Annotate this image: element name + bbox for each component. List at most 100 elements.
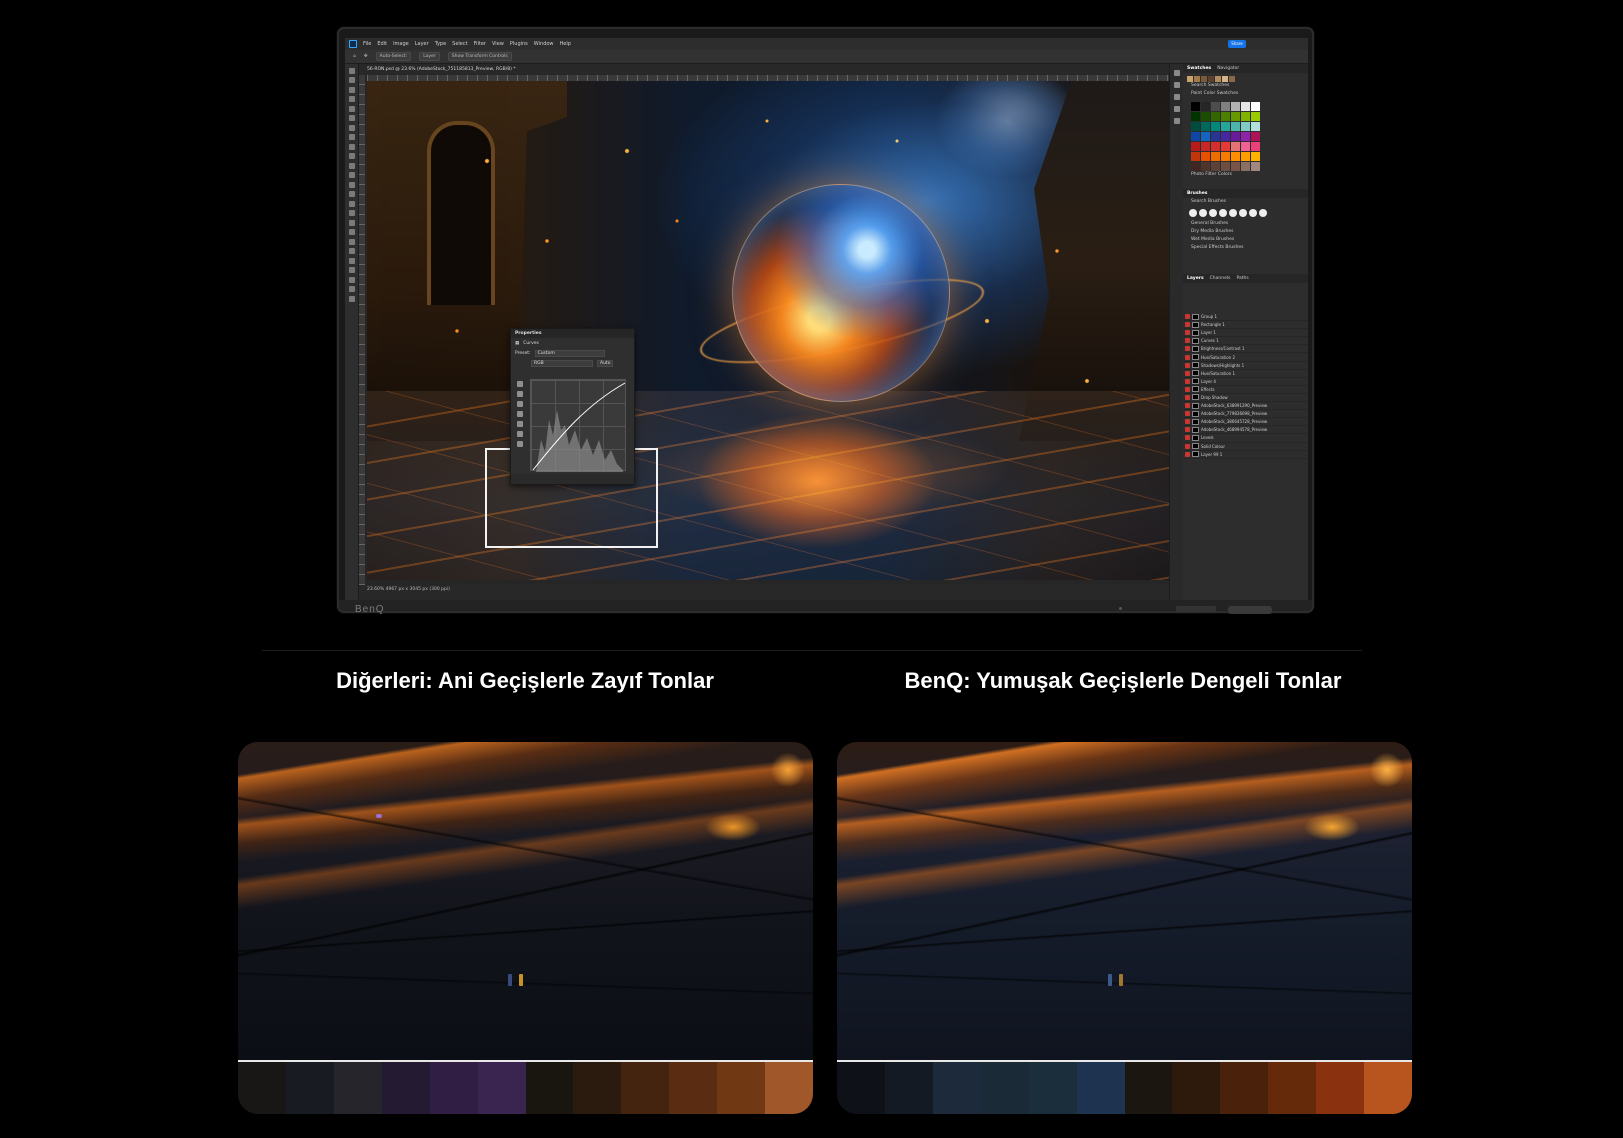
blur-tool-icon[interactable]	[348, 191, 355, 197]
layer-row[interactable]: Effects	[1183, 386, 1308, 394]
tab-layers[interactable]: Layers	[1187, 274, 1204, 283]
swatch[interactable]	[1241, 132, 1250, 141]
properties-panel-title[interactable]: Properties	[511, 329, 634, 338]
swatch[interactable]	[1221, 162, 1230, 171]
brush-preset[interactable]	[1239, 209, 1247, 217]
layer-row[interactable]: Layer 4	[1183, 378, 1308, 386]
swatch[interactable]	[1229, 76, 1235, 82]
layer-row[interactable]: AdobeStock_468994578_Preview	[1183, 426, 1308, 435]
visibility-eye-icon[interactable]	[1185, 354, 1190, 360]
swatch[interactable]	[1231, 132, 1240, 141]
osd-controller[interactable]	[1228, 606, 1272, 614]
swatch[interactable]	[1211, 142, 1220, 151]
swatch[interactable]	[1211, 122, 1220, 131]
eyedropper-tool-icon[interactable]	[348, 124, 355, 131]
swatch[interactable]	[1211, 132, 1220, 141]
visibility-eye-icon[interactable]	[1185, 314, 1190, 320]
swatch[interactable]	[1191, 142, 1200, 151]
tab-swatches[interactable]: Swatches	[1187, 64, 1211, 73]
document-canvas[interactable]: Properties ▦ Curves Preset: Custom RGB A…	[367, 81, 1169, 580]
menu-layer[interactable]: Layer	[415, 41, 429, 47]
channel-dropdown[interactable]: RGB	[531, 359, 593, 367]
layer-row[interactable]: Hue/Saturation 1	[1183, 370, 1308, 378]
healing-brush-tool-icon[interactable]	[348, 134, 355, 140]
menu-help[interactable]: Help	[560, 41, 571, 47]
type-tool-icon[interactable]	[348, 219, 355, 226]
brush-group[interactable]: General Brushes	[1183, 220, 1308, 228]
eraser-tool-icon[interactable]	[348, 172, 355, 178]
swatch[interactable]	[1231, 162, 1240, 171]
swatch[interactable]	[1201, 132, 1210, 141]
preset-dropdown[interactable]: Custom	[534, 349, 605, 357]
layer-row[interactable]: Hue/Saturation 2	[1183, 353, 1308, 362]
swatch[interactable]	[1211, 162, 1220, 171]
swatch[interactable]	[1241, 162, 1250, 171]
layer-row[interactable]: Solid Colour	[1183, 443, 1308, 451]
menu-type[interactable]: Type	[435, 41, 446, 47]
layer-row[interactable]: Levels	[1183, 434, 1308, 443]
brush-preset[interactable]	[1249, 209, 1257, 217]
foreground-background-color-icon[interactable]	[348, 276, 355, 283]
swatch[interactable]	[1191, 162, 1200, 171]
swatch[interactable]	[1201, 162, 1210, 171]
visibility-eye-icon[interactable]	[1185, 386, 1190, 392]
menu-file[interactable]: File	[363, 41, 371, 47]
swatch[interactable]	[1191, 102, 1200, 111]
swatch[interactable]	[1221, 122, 1230, 131]
document-tab[interactable]: 56-RON.psd @ 23.6% (AdobeStock_751185813…	[359, 64, 1169, 75]
visibility-eye-icon[interactable]	[1185, 427, 1190, 433]
show-transform-controls-checkbox[interactable]: Show Transform Controls	[447, 52, 512, 61]
swatch-group-paint[interactable]: Paint Color Swatches	[1183, 90, 1308, 98]
swatch[interactable]	[1231, 102, 1240, 111]
histogram-warning-icon[interactable]	[517, 441, 523, 447]
styles-icon[interactable]	[1173, 118, 1180, 124]
swatch[interactable]	[1251, 132, 1260, 141]
layer-row[interactable]: Drop Shadow	[1183, 394, 1308, 403]
swatch[interactable]	[1191, 132, 1200, 141]
pencil-curve-icon[interactable]	[517, 431, 523, 437]
menu-view[interactable]: View	[492, 41, 504, 47]
hand-tool-icon[interactable]	[348, 248, 355, 254]
curves-graph[interactable]	[530, 379, 626, 472]
swatch[interactable]	[1201, 112, 1210, 121]
marquee-tool-icon[interactable]	[348, 77, 355, 83]
menu-plugins[interactable]: Plugins	[510, 41, 528, 47]
visibility-eye-icon[interactable]	[1185, 346, 1190, 352]
swatch[interactable]	[1201, 122, 1210, 131]
swatch[interactable]	[1221, 152, 1230, 161]
brush-preset[interactable]	[1229, 209, 1237, 217]
swatch[interactable]	[1221, 112, 1230, 121]
swatch[interactable]	[1241, 152, 1250, 161]
edit-toolbar-icon[interactable]	[348, 267, 355, 273]
swatch[interactable]	[1191, 112, 1200, 121]
swatch[interactable]	[1241, 112, 1250, 121]
visibility-eye-icon[interactable]	[1185, 419, 1190, 425]
swatch[interactable]	[1231, 112, 1240, 121]
brush-preset[interactable]	[1219, 209, 1227, 217]
swatch[interactable]	[1201, 152, 1210, 161]
brush-preset[interactable]	[1189, 209, 1197, 217]
layer-row[interactable]: Shadows/Highlights 1	[1183, 362, 1308, 370]
brush-preset[interactable]	[1259, 209, 1267, 217]
visibility-eye-icon[interactable]	[1185, 338, 1190, 344]
visibility-eye-icon[interactable]	[1185, 322, 1190, 328]
lasso-tool-icon[interactable]	[348, 86, 355, 93]
auto-select-target-dropdown[interactable]: Layer	[419, 52, 440, 61]
clone-stamp-tool-icon[interactable]	[348, 153, 355, 159]
visibility-eye-icon[interactable]	[1185, 330, 1190, 336]
menu-image[interactable]: Image	[393, 41, 409, 47]
brush-tool-icon[interactable]	[348, 143, 355, 150]
screen-mode-icon[interactable]	[348, 295, 355, 302]
swatch[interactable]	[1251, 152, 1260, 161]
layer-row[interactable]: AdobeStock_779836098_Preview	[1183, 410, 1308, 419]
brush-group[interactable]: Dry Media Brushes	[1183, 228, 1308, 236]
move-tool-icon[interactable]	[348, 67, 355, 74]
swatch[interactable]	[1191, 122, 1200, 131]
swatch[interactable]	[1211, 152, 1220, 161]
swatch-group-photo-filter[interactable]: Photo Filter Colors	[1183, 171, 1308, 179]
auto-button[interactable]: Auto	[597, 359, 614, 367]
visibility-eye-icon[interactable]	[1185, 443, 1190, 449]
swatch[interactable]	[1211, 112, 1220, 121]
tab-navigator[interactable]: Navigator	[1217, 64, 1239, 73]
auto-select-checkbox[interactable]: Auto-Select:	[375, 52, 412, 61]
